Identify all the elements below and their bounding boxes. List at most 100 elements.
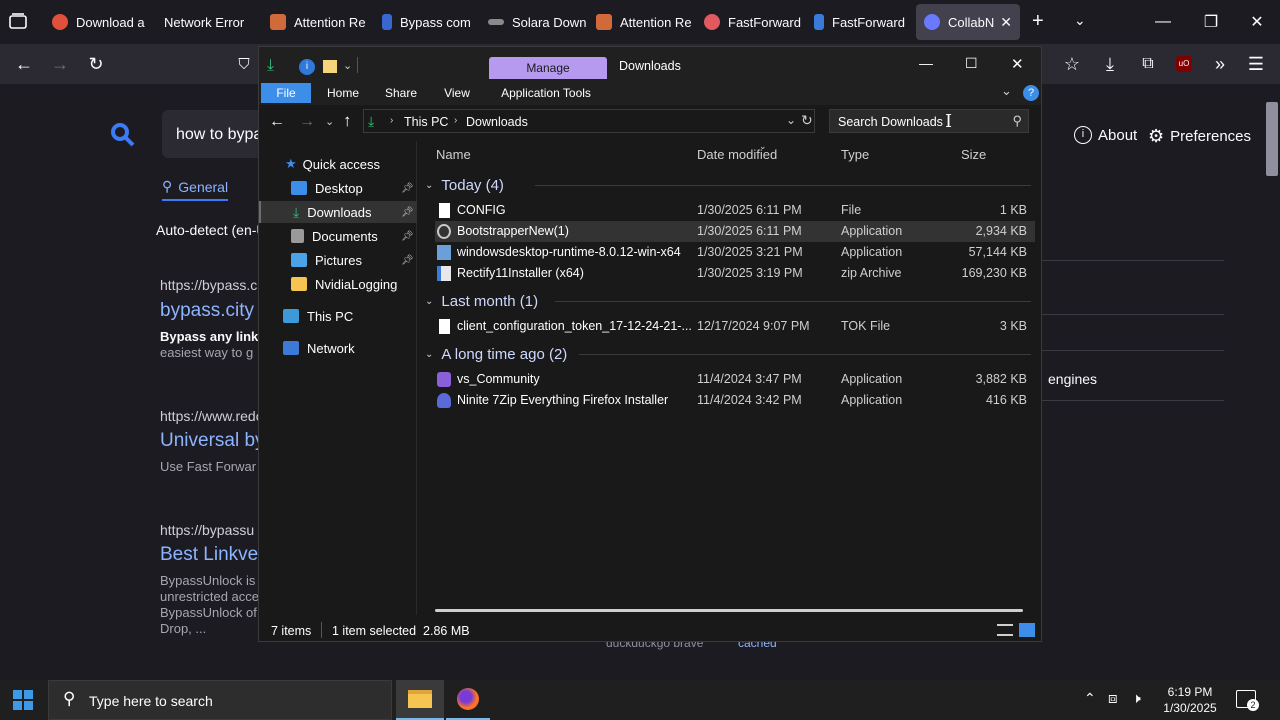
category-general-tab[interactable]: ⚲ General [162,178,229,201]
ribbon-tab-application-tools[interactable]: Application Tools [491,83,601,103]
group-header[interactable]: ⌄ A long time ago (2) [425,344,1035,364]
more-tools-icon[interactable]: » [1206,52,1234,76]
nav-desktop[interactable]: Desktop [291,177,363,199]
region-selector[interactable]: Auto-detect (en-U [156,222,267,238]
file-row[interactable]: vs_Community 11/4/2024 3:47 PM Applicati… [435,369,1035,390]
large-icons-view-icon[interactable] [1019,623,1035,637]
ribbon-tab-share[interactable]: Share [379,83,423,103]
app-menu-icon[interactable]: ☰ [1242,52,1270,76]
browser-tab[interactable]: Network Error [164,4,256,40]
bootstrapper-icon [437,224,451,239]
close-window-icon[interactable]: ✕ [1234,0,1280,44]
browser-tab-active[interactable]: CollabNe ✕ [916,4,1020,40]
downloads-icon[interactable]: ⤓ [1096,52,1124,76]
refresh-icon[interactable]: ↻ [801,112,813,129]
start-button[interactable] [0,680,46,720]
address-bar[interactable]: ⤓ › This PC › Downloads ⌄ [363,109,815,133]
show-hidden-icons-icon[interactable]: ⌃ [1084,690,1096,707]
file-row[interactable]: client_configuration_token_17-12-24-21-.… [435,316,1035,337]
breadcrumb-separator: › [390,115,394,126]
forward-icon[interactable]: → [46,52,74,76]
file-row[interactable]: CONFIG 1/30/2025 6:11 PM File 1 KB [435,200,1035,221]
download-qat-icon[interactable]: ⤓ [267,57,274,75]
up-icon[interactable]: ↑ [343,111,352,131]
close-tab-icon[interactable]: ✕ [1000,14,1012,31]
about-link[interactable]: i About [1074,126,1137,144]
browser-tab[interactable]: FastForward [814,4,914,40]
preferences-link[interactable]: ⚙ Preferences [1148,126,1251,147]
nav-documents[interactable]: Documents [291,225,378,247]
tab-overview-icon[interactable] [8,12,30,32]
ribbon-tab-home[interactable]: Home [321,83,365,103]
close-icon[interactable]: ✕ [1011,55,1024,73]
group-header[interactable]: ⌄ Today (4) [425,175,1035,195]
restore-icon[interactable]: ❐ [1188,0,1234,44]
group-header[interactable]: ⌄ Last month (1) [425,291,1035,311]
list-all-tabs-icon[interactable]: ⌄ [1074,12,1086,29]
nav-network[interactable]: Network [283,337,355,359]
file-row[interactable]: Ninite 7Zip Everything Firefox Installer… [435,390,1035,411]
back-icon[interactable]: ← [10,52,38,76]
new-folder-icon[interactable] [323,60,337,73]
expand-ribbon-icon[interactable]: ⌄ [1001,83,1012,99]
column-header-name[interactable]: Name [436,147,471,162]
tab-label: Attention Re [294,14,366,30]
back-icon[interactable]: ← [269,113,285,131]
extensions-icon[interactable]: ⧉ [1134,52,1162,76]
volume-muted-icon[interactable]: 🕨︎ [1132,690,1141,707]
horizontal-scrollbar[interactable] [435,609,1023,612]
address-history-icon[interactable]: ⌄ [786,113,796,127]
forward-icon[interactable]: → [299,113,315,131]
breadcrumb-this-pc[interactable]: This PC [404,115,448,129]
file-row[interactable]: Rectify11Installer (x64) 1/30/2025 3:19 … [435,263,1035,284]
bookmark-star-icon[interactable]: ☆ [1058,52,1086,76]
browser-tab[interactable]: FastForward [704,4,804,40]
help-icon[interactable]: ? [1023,85,1039,101]
ribbon-tab-view[interactable]: View [437,83,477,103]
nav-quick-access[interactable]: ★ Quick access [285,153,380,175]
breadcrumb-downloads[interactable]: Downloads [466,115,528,129]
result-title[interactable]: bypass.city [160,300,254,322]
result-title[interactable]: Best Linkve [160,544,258,566]
details-view-icon[interactable] [997,624,1013,636]
maximize-icon[interactable]: ☐ [965,55,978,72]
taskbar-file-explorer[interactable] [396,680,444,720]
minimize-icon[interactable]: — [1140,0,1186,44]
minimize-icon[interactable]: — [919,55,933,71]
new-tab-button[interactable]: + [1032,10,1044,33]
tracking-shield-icon[interactable]: ⛉ [230,52,258,76]
browser-tab[interactable]: Attention Re [596,4,692,40]
result-snippet: Use Fast Forwar [160,459,257,474]
nav-downloads[interactable]: ⤓ Downloads [259,201,417,223]
nav-pictures[interactable]: Pictures [291,249,362,271]
search-query-box[interactable]: how to bypa [162,110,272,158]
column-header-type[interactable]: Type [841,147,869,162]
result-title[interactable]: Universal by [160,430,265,452]
properties-icon[interactable]: i [299,59,315,75]
browser-tab[interactable]: Download a [52,4,152,40]
ribbon-tab-file[interactable]: File [261,83,311,103]
taskbar-search-box[interactable]: ⚲ Type here to search [48,680,392,720]
search-box[interactable]: Search Downloads ⚲ [829,109,1029,133]
manage-context-tab[interactable]: Manage [489,57,607,79]
nav-this-pc[interactable]: This PC [283,305,353,327]
file-row-selected[interactable]: BootstrapperNew(1) 1/30/2025 6:11 PM App… [435,221,1035,242]
browser-tab[interactable]: Solara Down [488,4,592,40]
item-count: 7 items [271,624,312,638]
column-header-size[interactable]: Size [961,147,986,162]
page-scrollbar-thumb[interactable] [1266,102,1278,176]
ublock-icon[interactable]: uO [1170,52,1198,76]
notification-center-icon[interactable]: 2 [1236,690,1259,711]
collapse-group-icon: ⌄ [425,179,434,191]
recent-locations-icon[interactable]: ⌄ [325,115,334,128]
network-status-icon[interactable]: ⧈ [1108,690,1118,707]
file-row[interactable]: windowsdesktop-runtime-8.0.12-win-x64 1/… [435,242,1035,263]
selection-info: 1 item selected 2.86 MB [332,624,470,638]
browser-tab[interactable]: Attention Re [270,4,366,40]
qat-dropdown-icon[interactable]: ⌄ [343,59,352,72]
nav-nvidialogging[interactable]: NvidiaLogging [291,273,397,295]
taskbar-firefox[interactable] [446,680,490,720]
clock[interactable]: 6:19 PM 1/30/2025 [1152,684,1228,716]
browser-tab[interactable]: Bypass com [382,4,482,40]
reload-icon[interactable]: ↻ [82,52,110,76]
